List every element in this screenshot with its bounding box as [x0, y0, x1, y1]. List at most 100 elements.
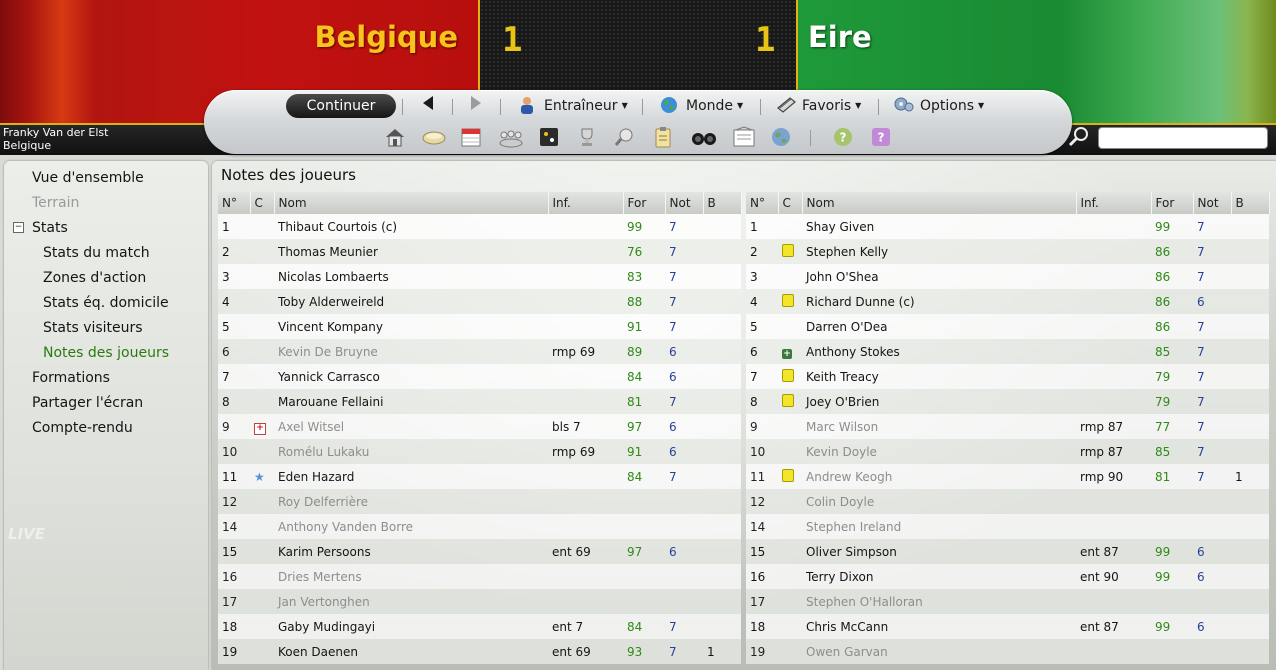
table-row[interactable]: 10 Kevin Doyle rmp 87 85 7	[746, 439, 1269, 464]
player-info: rmp 69	[548, 439, 623, 464]
sidebar-item-split-screen[interactable]: Partager l'écran	[32, 395, 143, 411]
help-icon[interactable]: ?	[832, 126, 854, 148]
col-condition-header[interactable]: C	[778, 192, 803, 214]
inbox-icon[interactable]	[422, 126, 446, 148]
table-row[interactable]: 1 Shay Given 99 7	[746, 214, 1269, 239]
player-goals	[1231, 514, 1269, 539]
table-row[interactable]: 18 Chris McCann ent 87 99 6	[746, 614, 1269, 639]
trophy-icon[interactable]	[576, 126, 598, 148]
col-condition-header[interactable]: C	[250, 192, 275, 214]
col-rating-header[interactable]: Not	[1193, 192, 1232, 214]
table-row[interactable]: 7 Yannick Carrasco 84 6	[218, 364, 741, 389]
table-row[interactable]: 7 Keith Treacy 79 7	[746, 364, 1269, 389]
table-row[interactable]: 2 Stephen Kelly 86 7	[746, 239, 1269, 264]
table-row[interactable]: 12 Colin Doyle	[746, 489, 1269, 514]
table-row[interactable]: 16 Terry Dixon ent 90 99 6	[746, 564, 1269, 589]
calendar-icon[interactable]	[460, 126, 482, 148]
sidebar-item-match-stats[interactable]: Stats du match	[43, 245, 150, 261]
col-number-header[interactable]: N°	[746, 192, 779, 214]
sidebar-item-away-stats[interactable]: Stats visiteurs	[43, 320, 143, 336]
sidebar-item-match-report[interactable]: Compte-rendu	[32, 420, 133, 436]
scouting-icon[interactable]	[614, 126, 636, 148]
table-row[interactable]: 5 Vincent Kompany 91 7	[218, 314, 741, 339]
player-rating: 7	[1193, 439, 1231, 464]
clipboard-icon[interactable]	[652, 126, 674, 148]
table-row[interactable]: 18 Gaby Mudingayi ent 7 84 7	[218, 614, 741, 639]
continue-button[interactable]: Continuer	[286, 94, 396, 118]
player-info	[548, 514, 623, 539]
table-row[interactable]: 4 Toby Alderweireld 88 7	[218, 289, 741, 314]
search-input[interactable]	[1098, 127, 1268, 149]
sidebar-item-player-ratings[interactable]: Notes des joueurs	[43, 345, 169, 361]
table-row[interactable]: 6 Kevin De Bruyne rmp 69 89 6	[218, 339, 741, 364]
player-condition	[250, 439, 274, 464]
table-row[interactable]: 14 Anthony Vanden Borre	[218, 514, 741, 539]
col-goals-header[interactable]: B	[1231, 192, 1270, 214]
player-condition	[778, 639, 802, 664]
table-row[interactable]: 15 Karim Persoons ent 69 97 6	[218, 539, 741, 564]
binoculars-icon[interactable]	[690, 126, 716, 148]
forward-button[interactable]	[468, 95, 484, 115]
table-row[interactable]: 19 Owen Garvan	[746, 639, 1269, 664]
col-info-header[interactable]: Inf.	[548, 192, 624, 214]
player-goals	[703, 314, 741, 339]
player-rating: 7	[665, 314, 703, 339]
table-row[interactable]: 12 Roy Delferrière	[218, 489, 741, 514]
table-row[interactable]: 4 Richard Dunne (c) 86 6	[746, 289, 1269, 314]
table-row[interactable]: 9 Marc Wilson rmp 87 77 7	[746, 414, 1269, 439]
home-icon[interactable]	[384, 126, 406, 148]
player-name: Shay Given	[802, 214, 1076, 239]
table-row[interactable]: 11 ★ Eden Hazard 84 7	[218, 464, 741, 489]
table-row[interactable]: 2 Thomas Meunier 76 7	[218, 239, 741, 264]
sidebar-item-overview[interactable]: Vue d'ensemble	[32, 170, 144, 186]
table-row[interactable]: 15 Oliver Simpson ent 87 99 6	[746, 539, 1269, 564]
back-button[interactable]	[420, 95, 436, 115]
sidebar-item-home-stats[interactable]: Stats éq. domicile	[43, 295, 169, 311]
table-row[interactable]: 8 Marouane Fellaini 81 7	[218, 389, 741, 414]
table-row[interactable]: 3 Nicolas Lombaerts 83 7	[218, 264, 741, 289]
world-menu[interactable]: Monde ▼	[660, 96, 743, 114]
col-number-header[interactable]: N°	[218, 192, 251, 214]
table-row[interactable]: 6 + Anthony Stokes 85 7	[746, 339, 1269, 364]
table-row[interactable]: 10 Romélu Lukaku rmp 69 91 6	[218, 439, 741, 464]
sidebar-item-action-zones[interactable]: Zones d'action	[43, 270, 146, 286]
table-row[interactable]: 11 Andrew Keogh rmp 90 81 7 1	[746, 464, 1269, 489]
col-form-header[interactable]: For	[623, 192, 666, 214]
player-goals	[1231, 639, 1269, 664]
sidebar-item-formations[interactable]: Formations	[32, 370, 110, 386]
table-row[interactable]: 8 Joey O'Brien 79 7	[746, 389, 1269, 414]
options-menu[interactable]: Options ▼	[894, 96, 984, 114]
player-goals	[1231, 314, 1269, 339]
table-row[interactable]: 1 Thibaut Courtois (c) 99 7	[218, 214, 741, 239]
player-condition	[778, 389, 802, 414]
favourites-menu[interactable]: Favoris ▼	[776, 96, 861, 114]
player-info: ent 90	[1076, 564, 1151, 589]
guide-icon[interactable]: ?	[870, 126, 892, 148]
tactics-board-icon[interactable]	[538, 126, 560, 148]
collapse-toggle-icon[interactable]: −	[13, 222, 24, 233]
table-row[interactable]: 9 + Axel Witsel bls 7 97 6	[218, 414, 741, 439]
manager-menu[interactable]: Entraîneur ▼	[518, 96, 628, 114]
table-row[interactable]: 16 Dries Mertens	[218, 564, 741, 589]
col-rating-header[interactable]: Not	[665, 192, 704, 214]
table-row[interactable]: 14 Stephen Ireland	[746, 514, 1269, 539]
sidebar-item-stats[interactable]: Stats	[32, 220, 68, 236]
player-goals	[703, 414, 741, 439]
player-name: Chris McCann	[802, 614, 1076, 639]
player-rating	[1193, 589, 1231, 614]
player-condition	[778, 214, 802, 239]
col-name-header[interactable]: Nom	[802, 192, 1077, 214]
squad-icon[interactable]	[498, 126, 523, 148]
table-row[interactable]: 3 John O'Shea 86 7	[746, 264, 1269, 289]
table-row[interactable]: 17 Jan Vertonghen	[218, 589, 741, 614]
world-globe-icon[interactable]	[770, 126, 792, 148]
col-goals-header[interactable]: B	[703, 192, 742, 214]
col-form-header[interactable]: For	[1151, 192, 1194, 214]
table-row[interactable]: 5 Darren O'Dea 86 7	[746, 314, 1269, 339]
table-row[interactable]: 17 Stephen O'Halloran	[746, 589, 1269, 614]
player-info: bls 7	[548, 414, 623, 439]
report-icon[interactable]	[732, 126, 755, 148]
col-name-header[interactable]: Nom	[274, 192, 549, 214]
table-row[interactable]: 19 Koen Daenen ent 69 93 7 1	[218, 639, 741, 664]
col-info-header[interactable]: Inf.	[1076, 192, 1152, 214]
